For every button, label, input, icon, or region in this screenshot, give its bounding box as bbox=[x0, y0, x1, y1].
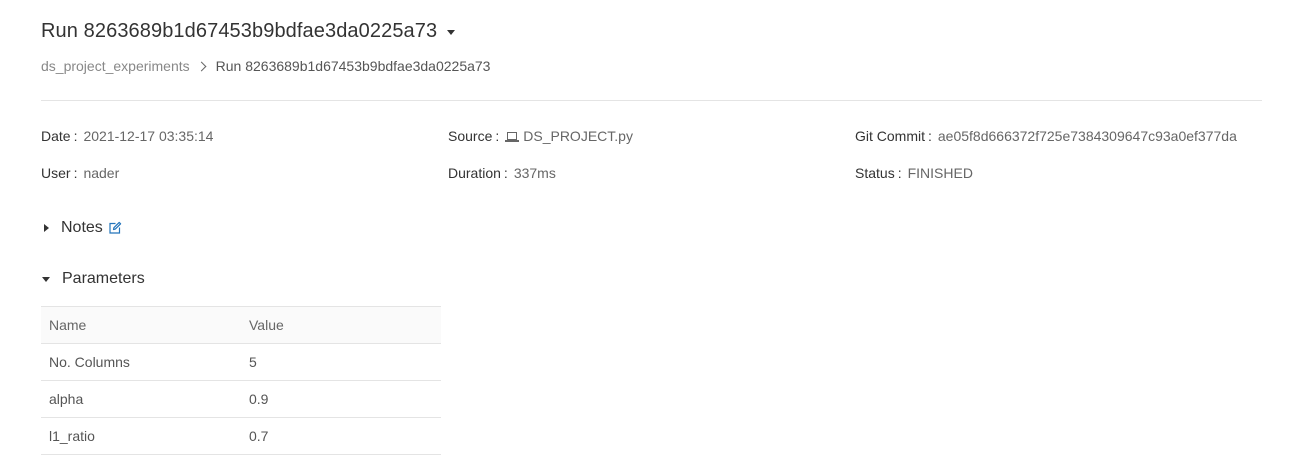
parameters-table: Name Value No. Columns 5 alpha 0.9 l1_ra… bbox=[41, 306, 441, 455]
run-title-dropdown[interactable]: Run 8263689b1d67453b9bdfae3da0225a73 bbox=[41, 16, 456, 46]
meta-date: Date: 2021-12-17 03:35:14 bbox=[41, 126, 213, 146]
param-name: No. Columns bbox=[41, 343, 241, 381]
edit-icon[interactable] bbox=[108, 221, 122, 235]
meta-date-label: Date bbox=[41, 128, 71, 144]
caret-right-icon bbox=[44, 224, 49, 232]
table-header-row: Name Value bbox=[41, 306, 441, 344]
page-title: Run 8263689b1d67453b9bdfae3da0225a73 bbox=[41, 19, 438, 42]
parameters-label: Parameters bbox=[62, 270, 145, 287]
header-divider bbox=[41, 100, 1262, 101]
meta-colon: : bbox=[73, 165, 78, 181]
meta-status-value: FINISHED bbox=[907, 165, 973, 181]
run-page: Run 8263689b1d67453b9bdfae3da0225a73 ds_… bbox=[0, 0, 1306, 471]
parameters-section-toggle[interactable]: Parameters bbox=[41, 268, 145, 290]
meta-user-value: nader bbox=[83, 165, 120, 181]
breadcrumb-current: Run 8263689b1d67453b9bdfae3da0225a73 bbox=[215, 58, 491, 74]
meta-git-label: Git Commit bbox=[855, 128, 925, 144]
column-header-value: Value bbox=[241, 306, 441, 344]
meta-colon: : bbox=[897, 165, 902, 181]
meta-source-label: Source bbox=[448, 128, 493, 144]
param-name: l1_ratio bbox=[41, 417, 241, 455]
caret-down-icon bbox=[42, 276, 50, 282]
meta-date-value: 2021-12-17 03:35:14 bbox=[83, 128, 214, 144]
meta-status: Status: FINISHED bbox=[855, 163, 973, 183]
meta-colon: : bbox=[495, 128, 500, 144]
table-row: l1_ratio 0.7 bbox=[41, 417, 441, 455]
chevron-right-icon bbox=[196, 61, 207, 71]
breadcrumb-experiment-link[interactable]: ds_project_experiments bbox=[41, 58, 190, 74]
meta-duration-value: 337ms bbox=[513, 165, 556, 181]
caret-down-icon[interactable] bbox=[447, 29, 456, 35]
param-name: alpha bbox=[41, 380, 241, 418]
meta-duration: Duration: 337ms bbox=[448, 163, 556, 183]
meta-status-label: Status bbox=[855, 165, 895, 181]
table-row: No. Columns 5 bbox=[41, 343, 441, 381]
meta-colon: : bbox=[73, 128, 78, 144]
meta-colon: : bbox=[928, 128, 932, 144]
meta-user-label: User bbox=[41, 165, 71, 181]
run-metadata: Date: 2021-12-17 03:35:14 Source: DS_PRO… bbox=[41, 126, 1262, 200]
meta-user: User: nader bbox=[41, 163, 119, 183]
table-row: alpha 0.9 bbox=[41, 380, 441, 418]
notes-label: Notes bbox=[61, 219, 103, 236]
meta-duration-label: Duration bbox=[448, 165, 501, 181]
notes-section-toggle[interactable]: Notes bbox=[41, 217, 122, 239]
column-header-name: Name bbox=[41, 306, 241, 344]
breadcrumb: ds_project_experiments Run 8263689b1d674… bbox=[41, 57, 490, 75]
metadata-row: User: nader Duration: 337ms Status: FINI… bbox=[41, 163, 1262, 200]
param-value: 0.7 bbox=[241, 417, 441, 455]
meta-source: Source: DS_PROJECT.py bbox=[448, 126, 633, 146]
meta-git-commit: Git Commit: ae05f8d666372f725e7384309647… bbox=[855, 126, 1237, 146]
param-value: 5 bbox=[241, 343, 441, 381]
meta-source-value[interactable]: DS_PROJECT.py bbox=[523, 128, 633, 144]
meta-git-value: ae05f8d666372f725e7384309647c93a0ef377da bbox=[937, 128, 1237, 144]
metadata-row: Date: 2021-12-17 03:35:14 Source: DS_PRO… bbox=[41, 126, 1262, 163]
meta-colon: : bbox=[503, 165, 508, 181]
param-value: 0.9 bbox=[241, 380, 441, 418]
laptop-icon bbox=[505, 131, 520, 143]
